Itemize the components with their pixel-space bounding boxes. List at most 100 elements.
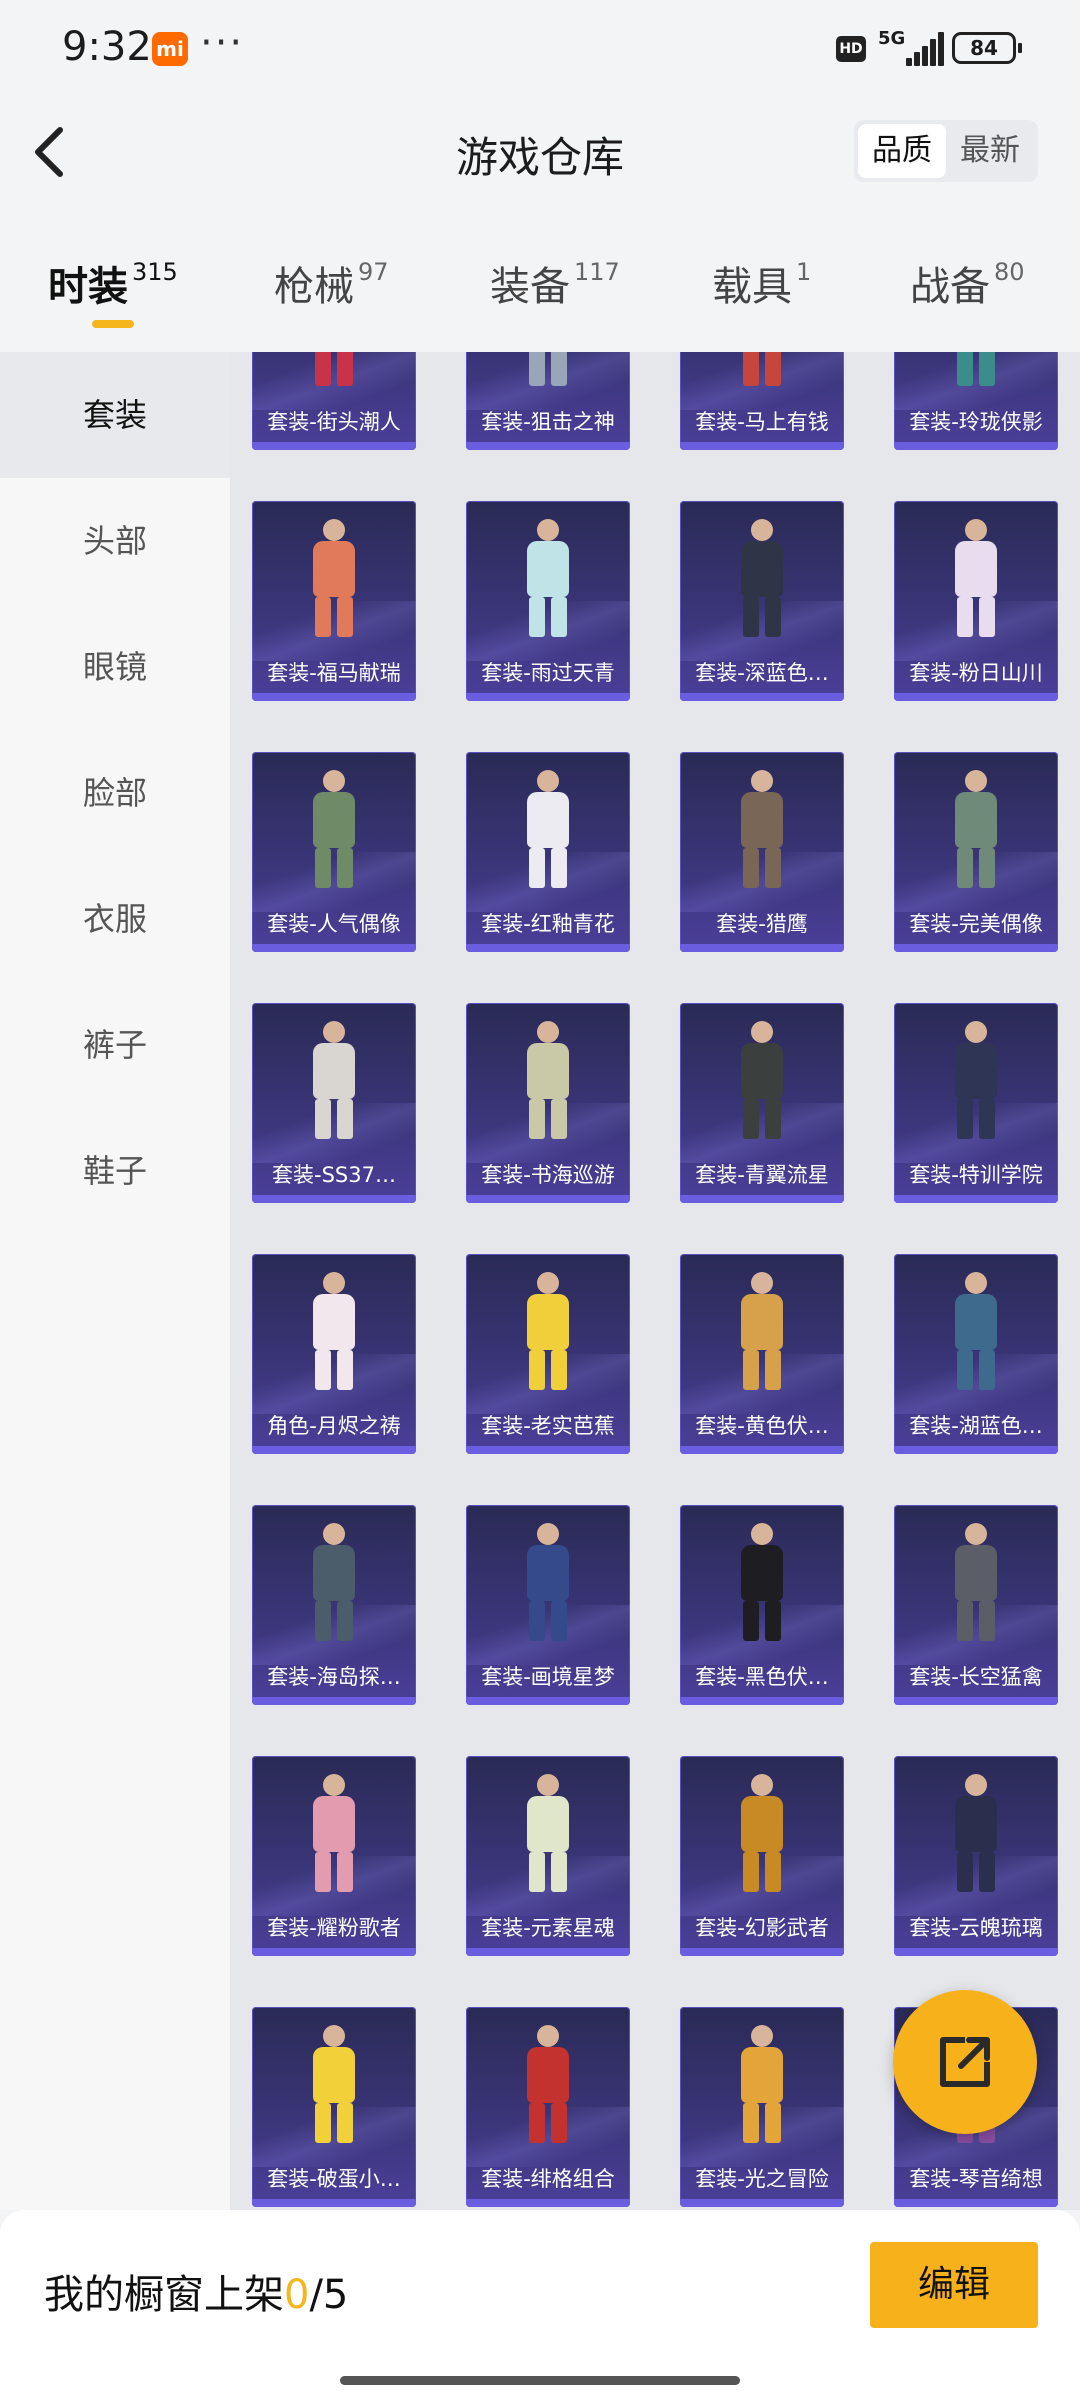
item-card[interactable]: 套装-狙击之神 [466, 352, 630, 450]
network-type: 5G [878, 28, 906, 49]
rarity-bar [466, 1948, 630, 1956]
tab-weapons[interactable]: 枪械 97 [274, 254, 389, 312]
tab-fashion[interactable]: 时装 315 [48, 254, 178, 312]
sidebar-item-head[interactable]: 头部 [0, 478, 230, 604]
sort-newest[interactable]: 最新 [946, 124, 1034, 178]
outfit-thumbnail [727, 1021, 797, 1143]
sidebar-item-pants[interactable]: 裤子 [0, 982, 230, 1108]
item-name: 套装-福马献瑞 [267, 661, 401, 685]
item-card[interactable]: 套装-黄色伏… [680, 1254, 844, 1454]
rarity-bar [252, 1697, 416, 1705]
item-card[interactable]: 套装-画境星梦 [466, 1505, 630, 1705]
item-card[interactable]: 套装-SS37… [252, 1003, 416, 1203]
item-card[interactable]: 套装-书海巡游 [466, 1003, 630, 1203]
item-card[interactable]: 套装-猎鹰 [680, 752, 844, 952]
item-card[interactable]: 套装-幻影武者 [680, 1756, 844, 1956]
item-card[interactable]: 套装-光之冒险 [680, 2007, 844, 2207]
share-icon [940, 2037, 990, 2087]
rarity-bar [894, 1697, 1058, 1705]
item-card[interactable]: 套装-特训学院 [894, 1003, 1058, 1203]
item-card[interactable]: 套装-长空猛禽 [894, 1505, 1058, 1705]
share-button[interactable] [893, 1990, 1037, 2134]
outfit-thumbnail [941, 770, 1011, 892]
item-card[interactable]: 套装-湖蓝色… [894, 1254, 1058, 1454]
rarity-bar [894, 693, 1058, 701]
showcase-label: 我的橱窗上架 [44, 2272, 284, 2318]
item-card[interactable]: 套装-耀粉歌者 [252, 1756, 416, 1956]
item-card[interactable]: 套装-街头潮人 [252, 352, 416, 450]
outfit-thumbnail [513, 1774, 583, 1896]
sort-quality[interactable]: 品质 [858, 124, 946, 178]
item-card[interactable]: 套装-绯格组合 [466, 2007, 630, 2207]
item-card[interactable]: 套装-青翼流星 [680, 1003, 844, 1203]
item-card[interactable]: 套装-雨过天青 [466, 501, 630, 701]
item-name: 套装-SS37… [272, 1163, 396, 1187]
outfit-thumbnail [299, 1774, 369, 1896]
outfit-thumbnail [513, 352, 583, 390]
tab-supplies[interactable]: 战备 80 [910, 254, 1025, 312]
tab-count: 80 [994, 258, 1025, 286]
item-grid: 套装-街头潮人 套装-狙击之神 套装-马上有钱 套装-玲珑侠影套装-福马献瑞 套装-雨过… [230, 352, 1080, 2210]
tab-count: 97 [358, 258, 389, 286]
rarity-bar [252, 693, 416, 701]
item-name: 套装-黑色伏… [695, 1665, 829, 1689]
rarity-bar [680, 2199, 844, 2207]
item-card[interactable]: 套装-黑色伏… [680, 1505, 844, 1705]
status-time: 9:32 [62, 24, 152, 70]
item-card[interactable]: 套装-海岛探… [252, 1505, 416, 1705]
item-card[interactable]: 套装-玲珑侠影 [894, 352, 1058, 450]
sidebar-item-clothes[interactable]: 衣服 [0, 856, 230, 982]
item-name: 套装-元素星魂 [481, 1916, 615, 1940]
rarity-bar [894, 1948, 1058, 1956]
item-card[interactable]: 套装-粉日山川 [894, 501, 1058, 701]
status-bar: 9:32 mi ··· HD 5G 84 [0, 0, 1080, 96]
app-header: 游戏仓库 品质 最新 [0, 96, 1080, 206]
item-card[interactable]: 角色-月烬之祷 [252, 1254, 416, 1454]
item-card[interactable]: 套装-老实芭蕉 [466, 1254, 630, 1454]
item-card[interactable]: 套装-马上有钱 [680, 352, 844, 450]
item-card[interactable]: 套装-人气偶像 [252, 752, 416, 952]
outfit-thumbnail [513, 1021, 583, 1143]
item-name: 套装-海岛探… [267, 1665, 401, 1689]
sidebar-item-shoes[interactable]: 鞋子 [0, 1108, 230, 1234]
edit-button[interactable]: 编辑 [870, 2242, 1038, 2328]
xiaomi-app-icon: mi [152, 32, 188, 66]
outfit-thumbnail [513, 519, 583, 641]
outfit-thumbnail [513, 770, 583, 892]
outfit-thumbnail [299, 1272, 369, 1394]
tab-equipment[interactable]: 装备 117 [490, 254, 620, 312]
item-name: 套装-老实芭蕉 [481, 1414, 615, 1438]
rarity-bar [680, 1948, 844, 1956]
item-name: 角色-月烬之祷 [267, 1414, 401, 1438]
outfit-thumbnail [299, 519, 369, 641]
tab-vehicles[interactable]: 载具 1 [712, 254, 811, 312]
item-card[interactable]: 套装-红釉青花 [466, 752, 630, 952]
item-name: 套装-完美偶像 [909, 912, 1043, 936]
signal-icon [906, 32, 944, 66]
rarity-bar [680, 1697, 844, 1705]
item-name: 套装-黄色伏… [695, 1414, 829, 1438]
item-card[interactable]: 套装-深蓝色… [680, 501, 844, 701]
outfit-thumbnail [299, 770, 369, 892]
outfit-thumbnail [513, 1523, 583, 1645]
item-name: 套装-湖蓝色… [909, 1414, 1043, 1438]
rarity-bar [252, 944, 416, 952]
item-card[interactable]: 套装-云魄琉璃 [894, 1756, 1058, 1956]
item-name: 套装-画境星梦 [481, 1665, 615, 1689]
item-name: 套装-幻影武者 [695, 1916, 829, 1940]
rarity-bar [680, 1195, 844, 1203]
battery-icon: 84 [952, 32, 1022, 64]
tab-label: 时装 [48, 264, 128, 310]
item-name: 套装-光之冒险 [695, 2167, 829, 2191]
sidebar-item-face[interactable]: 脸部 [0, 730, 230, 856]
item-card[interactable]: 套装-破蛋小… [252, 2007, 416, 2207]
sidebar-item-outfit[interactable]: 套装 [0, 352, 230, 478]
item-card[interactable]: 套装-完美偶像 [894, 752, 1058, 952]
item-name: 套装-街头潮人 [267, 410, 401, 434]
item-card[interactable]: 套装-元素星魂 [466, 1756, 630, 1956]
sort-toggle: 品质 最新 [854, 120, 1038, 182]
item-card[interactable]: 套装-福马献瑞 [252, 501, 416, 701]
rarity-bar [252, 1948, 416, 1956]
rarity-bar [680, 693, 844, 701]
sidebar-item-glasses[interactable]: 眼镜 [0, 604, 230, 730]
